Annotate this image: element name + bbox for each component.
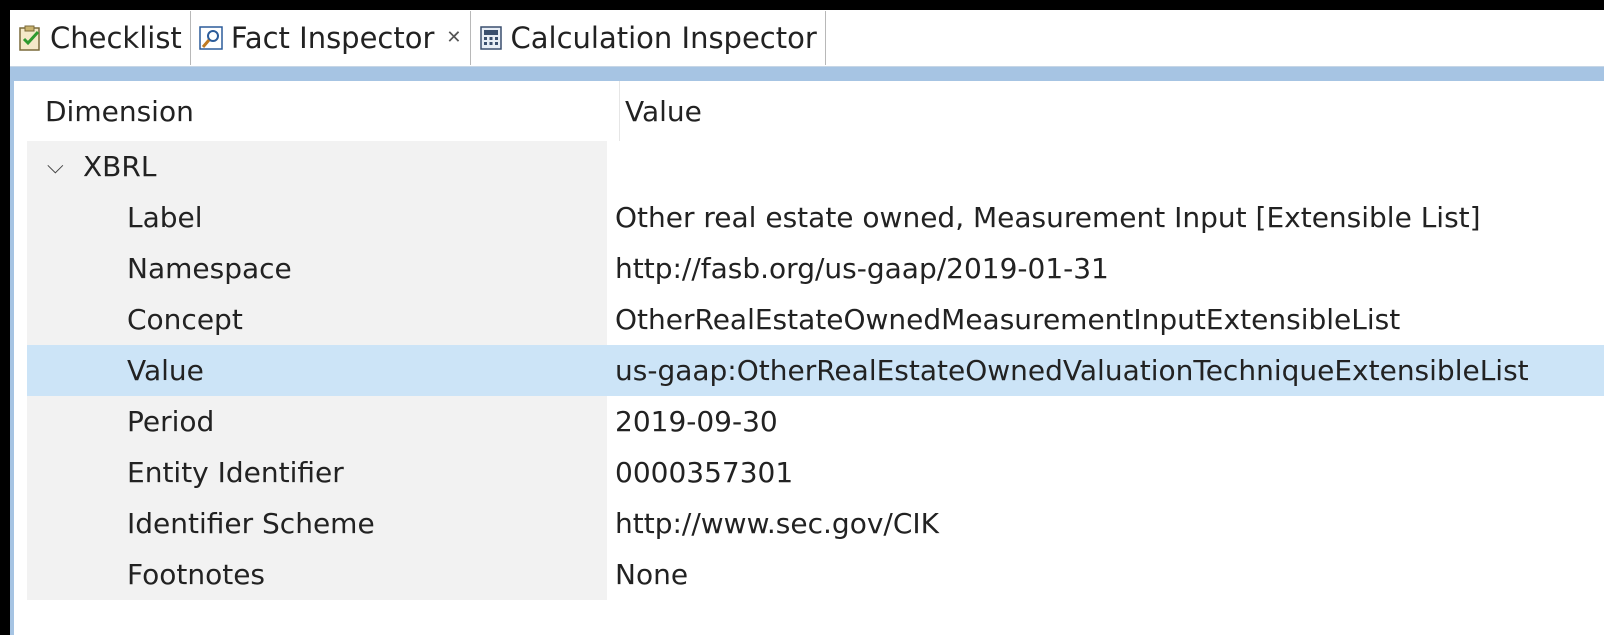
tab-calculation-inspector[interactable]: Calculation Inspector [471, 11, 826, 65]
tab-checklist[interactable]: Checklist [10, 11, 191, 65]
row-key: Concept [127, 303, 243, 336]
row-value: 0000357301 [615, 456, 794, 489]
group-row-xbrl[interactable]: ⌵ XBRL [27, 141, 1604, 192]
row-key: Namespace [127, 252, 292, 285]
table-row[interactable]: Footnotes None [27, 549, 1604, 600]
column-divider[interactable] [619, 81, 620, 141]
fact-tree: ⌵ XBRL Label Other real estate owned, Me… [27, 141, 1604, 600]
table-row[interactable]: Entity Identifier 0000357301 [27, 447, 1604, 498]
row-value: us-gaap:OtherRealEstateOwnedValuationTec… [615, 354, 1529, 387]
row-key: Footnotes [127, 558, 266, 591]
tab-label: Calculation Inspector [510, 21, 817, 55]
table-row[interactable]: Label Other real estate owned, Measureme… [27, 192, 1604, 243]
row-key: Label [127, 201, 203, 234]
tab-fact-inspector[interactable]: Fact Inspector ✕ [190, 11, 471, 65]
row-value: Other real estate owned, Measurement Inp… [615, 201, 1481, 234]
fact-inspector-panel: Dimension Value ⌵ XBRL Label Other real … [10, 81, 1604, 635]
column-header-value[interactable]: Value [625, 95, 702, 128]
close-icon[interactable]: ✕ [446, 29, 461, 47]
group-label: XBRL [83, 150, 157, 183]
panel-border [10, 67, 1604, 81]
calculation-icon [477, 24, 505, 52]
table-row[interactable]: Identifier Scheme http://www.sec.gov/CIK [27, 498, 1604, 549]
row-value: OtherRealEstateOwnedMeasurementInputExte… [615, 303, 1401, 336]
tab-bar: Checklist Fact Inspector ✕ Calculation I… [10, 10, 1604, 67]
row-key: Value [127, 354, 204, 387]
tab-label: Checklist [50, 21, 182, 55]
row-value: None [615, 558, 689, 591]
column-header-dimension[interactable]: Dimension [45, 95, 194, 128]
row-value: http://fasb.org/us-gaap/2019-01-31 [615, 252, 1109, 285]
inspector-window: Checklist Fact Inspector ✕ Calculation I… [0, 0, 1604, 635]
table-header: Dimension Value [27, 81, 1604, 141]
table-row[interactable]: Namespace http://fasb.org/us-gaap/2019-0… [27, 243, 1604, 294]
chevron-down-icon[interactable]: ⌵ [47, 141, 64, 192]
fact-inspector-icon [197, 24, 225, 52]
checklist-icon [16, 24, 44, 52]
row-key: Period [127, 405, 215, 438]
row-value: http://www.sec.gov/CIK [615, 507, 939, 540]
row-value: 2019-09-30 [615, 405, 778, 438]
table-row[interactable]: Period 2019-09-30 [27, 396, 1604, 447]
table-row-selected[interactable]: Value us-gaap:OtherRealEstateOwnedValuat… [27, 345, 1604, 396]
table-row[interactable]: Concept OtherRealEstateOwnedMeasurementI… [27, 294, 1604, 345]
row-key: Identifier Scheme [127, 507, 375, 540]
row-key: Entity Identifier [127, 456, 344, 489]
tab-label: Fact Inspector [230, 21, 435, 55]
